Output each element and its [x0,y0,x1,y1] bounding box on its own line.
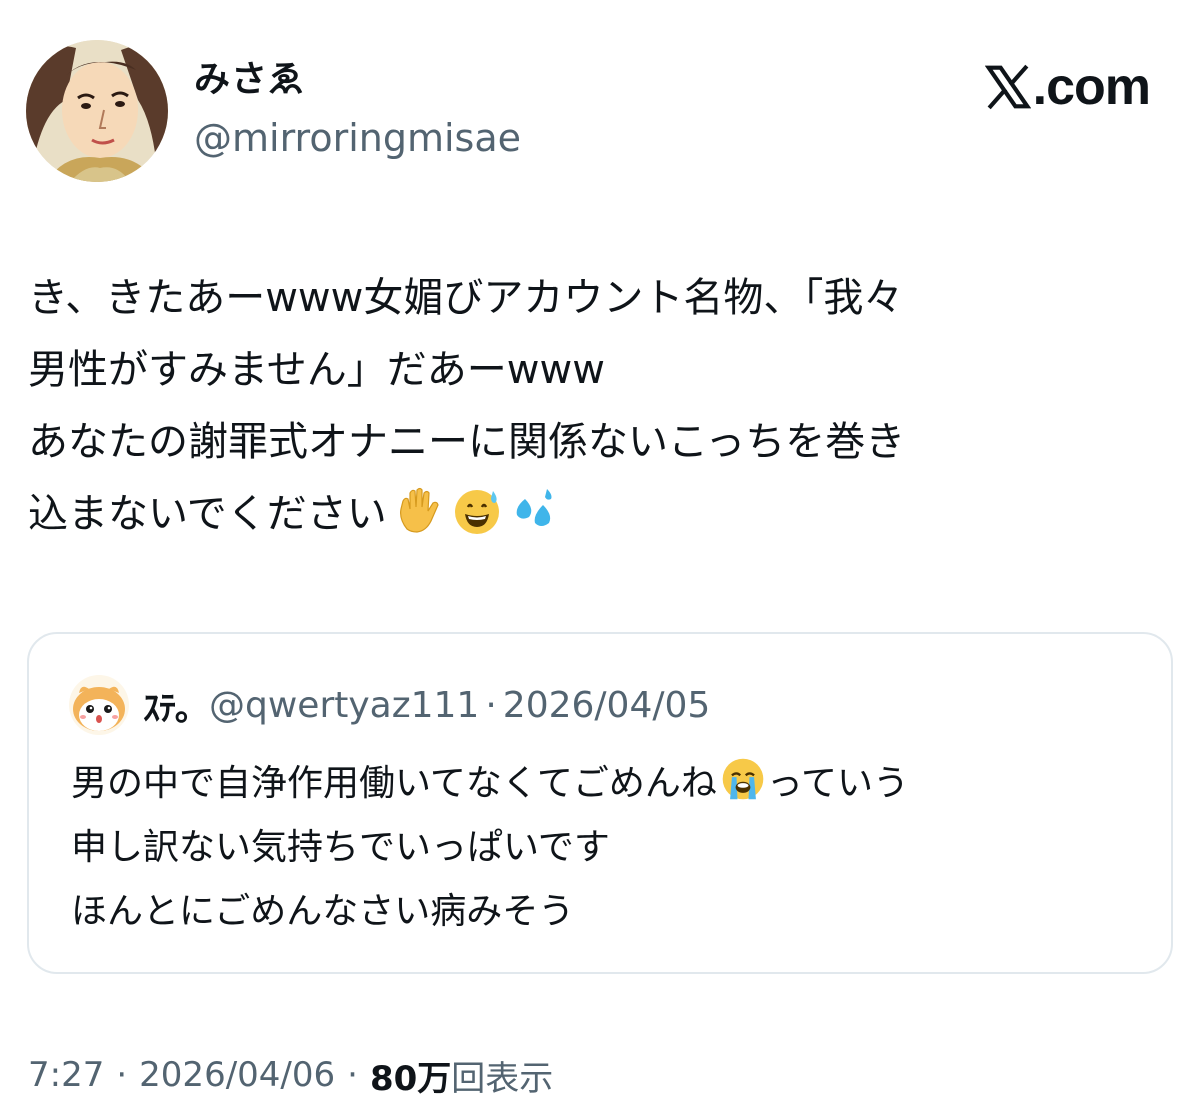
brand-watermark: .com [984,56,1151,118]
tweet-text-line: き、きたあーwww女媚びアカウント名物、「我々 [28,275,904,321]
loudly-crying-face-emoji-icon [722,758,764,800]
raised-hand-emoji-icon [399,487,439,533]
user-avatar-hamster-icon [69,675,129,735]
quoted-text-line: 男の中で自浄作用働いてなくてごめんね っていう [71,752,1151,816]
quoted-tweet-card[interactable]: ｽﾃ｡ @qwertyaz111 · 2026/04/05 男の中で自浄作用働い… [27,632,1173,974]
quoted-tweet-header: ｽﾃ｡ @qwertyaz111 · 2026/04/05 [69,674,710,736]
meta-separator: · [347,1055,358,1095]
author-handle[interactable]: @mirroringmisae [194,114,521,162]
quoted-text-line: 申し訳ない気持ちでいっぱいです [71,827,610,868]
tweet-text-line-last: 込まないでください [28,478,1168,550]
tweet-meta: 7:27 · 2026/04/06 · 80万 回表示 [28,1050,553,1100]
quoted-tweet-date[interactable]: 2026/04/05 [503,685,711,726]
tweet-text-fragment: 込まないでください [28,491,387,537]
quoted-header-separator: · [485,684,497,726]
author-display-name[interactable]: みさゑ [194,58,305,102]
brand-text: .com [1032,58,1151,116]
user-avatar-cartoon-woman-icon [26,40,168,182]
quoted-tweet-text: 男の中で自浄作用働いてなくてごめんね っていう 申し訳ない気持ちでいっぱいです ほ… [71,752,1151,944]
sweat-droplets-emoji-icon [516,489,552,526]
tweet-text-line: 男性がすみません」だあーwww [28,347,605,393]
quoted-author-handle[interactable]: @qwertyaz111 [209,685,479,726]
tweet-text-line: あなたの謝罪式オナニーに関係ないこっちを巻き [28,419,906,465]
quoted-author-avatar[interactable] [69,675,129,735]
quoted-text-fragment: っていう [766,763,910,804]
tweet-text: き、きたあーwww女媚びアカウント名物、「我々 男性がすみません」だあーwww … [28,262,1168,550]
sweat-smile-emoji-icon [454,490,499,534]
meta-separator: · [116,1055,128,1095]
tweet-time[interactable]: 7:27 [28,1055,104,1095]
author-avatar[interactable] [26,40,168,182]
quoted-text-line: ほんとにごめんなさい病みそう [71,891,575,932]
quoted-author-display-name[interactable]: ｽﾃ｡ [143,681,192,730]
quoted-text-fragment: 男の中で自浄作用働いてなくてごめんね [71,763,717,804]
views-count[interactable]: 80万 [370,1051,451,1100]
tweet-date[interactable]: 2026/04/06 [139,1055,335,1095]
views-label: 回表示 [451,1058,554,1099]
x-logo-icon [984,64,1031,110]
